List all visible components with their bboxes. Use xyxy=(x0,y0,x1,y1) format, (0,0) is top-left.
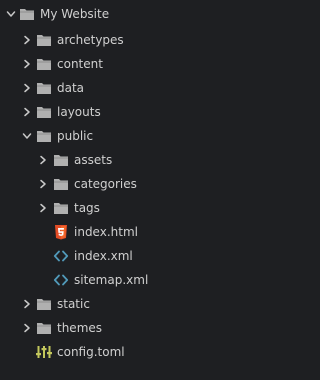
xml-code-icon xyxy=(53,248,69,264)
chevron-right-icon[interactable] xyxy=(22,299,32,309)
toml-config-icon xyxy=(36,344,52,360)
tree-item-label: My Website xyxy=(40,7,110,21)
chevron-down-icon[interactable] xyxy=(22,131,32,141)
tree-item-tags[interactable]: tags xyxy=(0,196,245,220)
folder-icon xyxy=(36,32,52,48)
chevron-right-icon[interactable] xyxy=(22,59,32,69)
folder-icon xyxy=(53,176,69,192)
tree-item-layouts[interactable]: layouts xyxy=(0,100,245,124)
tree-item-public[interactable]: public xyxy=(0,124,245,148)
folder-icon xyxy=(36,80,52,96)
html5-file-icon xyxy=(53,224,69,240)
tree-item-label: assets xyxy=(74,153,113,167)
tree-item-label: sitemap.xml xyxy=(74,273,149,287)
tree-item-data[interactable]: data xyxy=(0,76,245,100)
tree-item-label: tags xyxy=(74,201,100,215)
xml-code-icon xyxy=(53,272,69,288)
tree-item-label: public xyxy=(57,129,94,143)
chevron-right-icon[interactable] xyxy=(38,155,48,165)
chevron-down-icon[interactable] xyxy=(6,9,16,19)
chevron-right-icon[interactable] xyxy=(22,107,32,117)
folder-icon xyxy=(53,152,69,168)
chevron-right-icon[interactable] xyxy=(22,35,32,45)
folder-icon xyxy=(53,200,69,216)
tree-item-index-html[interactable]: index.html xyxy=(0,220,245,244)
tree-item-config-toml[interactable]: config.toml xyxy=(0,340,245,364)
tree-item-label: static xyxy=(57,297,90,311)
tree-item-themes[interactable]: themes xyxy=(0,316,245,340)
tree-item-label: content xyxy=(57,57,103,71)
tree-item-archetypes[interactable]: archetypes xyxy=(0,28,245,52)
chevron-right-icon[interactable] xyxy=(38,179,48,189)
tree-item-label: themes xyxy=(57,321,103,335)
tree-item-label: archetypes xyxy=(57,33,124,47)
tree-item-sitemap-xml[interactable]: sitemap.xml xyxy=(0,268,245,292)
tree-item-index-xml[interactable]: index.xml xyxy=(0,244,245,268)
tree-item-categories[interactable]: categories xyxy=(0,172,245,196)
tree-item-label: index.xml xyxy=(74,249,133,263)
tree-item-content[interactable]: content xyxy=(0,52,245,76)
folder-icon xyxy=(36,320,52,336)
folder-icon xyxy=(36,128,52,144)
tree-item-label: config.toml xyxy=(57,345,125,359)
file-explorer-tree: My Website archetypes content data layou… xyxy=(0,0,245,380)
tree-item-static[interactable]: static xyxy=(0,292,245,316)
tree-item-label: data xyxy=(57,81,85,95)
folder-icon xyxy=(36,104,52,120)
folder-icon xyxy=(36,296,52,312)
chevron-right-icon[interactable] xyxy=(22,83,32,93)
chevron-right-icon[interactable] xyxy=(22,323,32,333)
tree-item-label: layouts xyxy=(57,105,101,119)
chevron-right-icon[interactable] xyxy=(38,203,48,213)
tree-root-my-website[interactable]: My Website xyxy=(0,2,245,26)
tree-item-label: categories xyxy=(74,177,137,191)
folder-icon xyxy=(19,6,35,22)
tree-item-assets[interactable]: assets xyxy=(0,148,245,172)
tree-item-label: index.html xyxy=(74,225,138,239)
folder-icon xyxy=(36,56,52,72)
